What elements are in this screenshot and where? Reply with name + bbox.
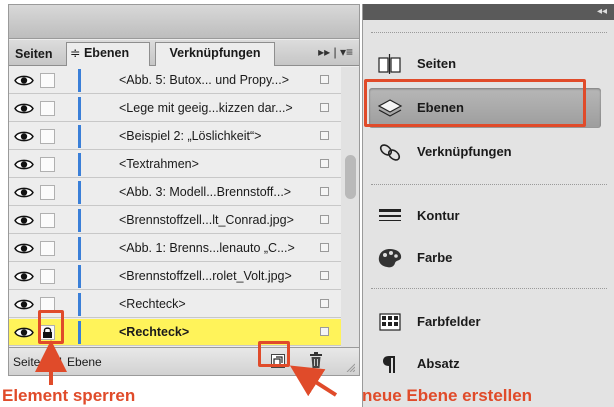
annotation-lock-label: Element sperren [2,386,136,405]
annotation-arrows [35,340,338,397]
new-layer-arrow [289,365,338,397]
annotation-new-layer-label: neue Ebene erstellen [362,386,533,405]
